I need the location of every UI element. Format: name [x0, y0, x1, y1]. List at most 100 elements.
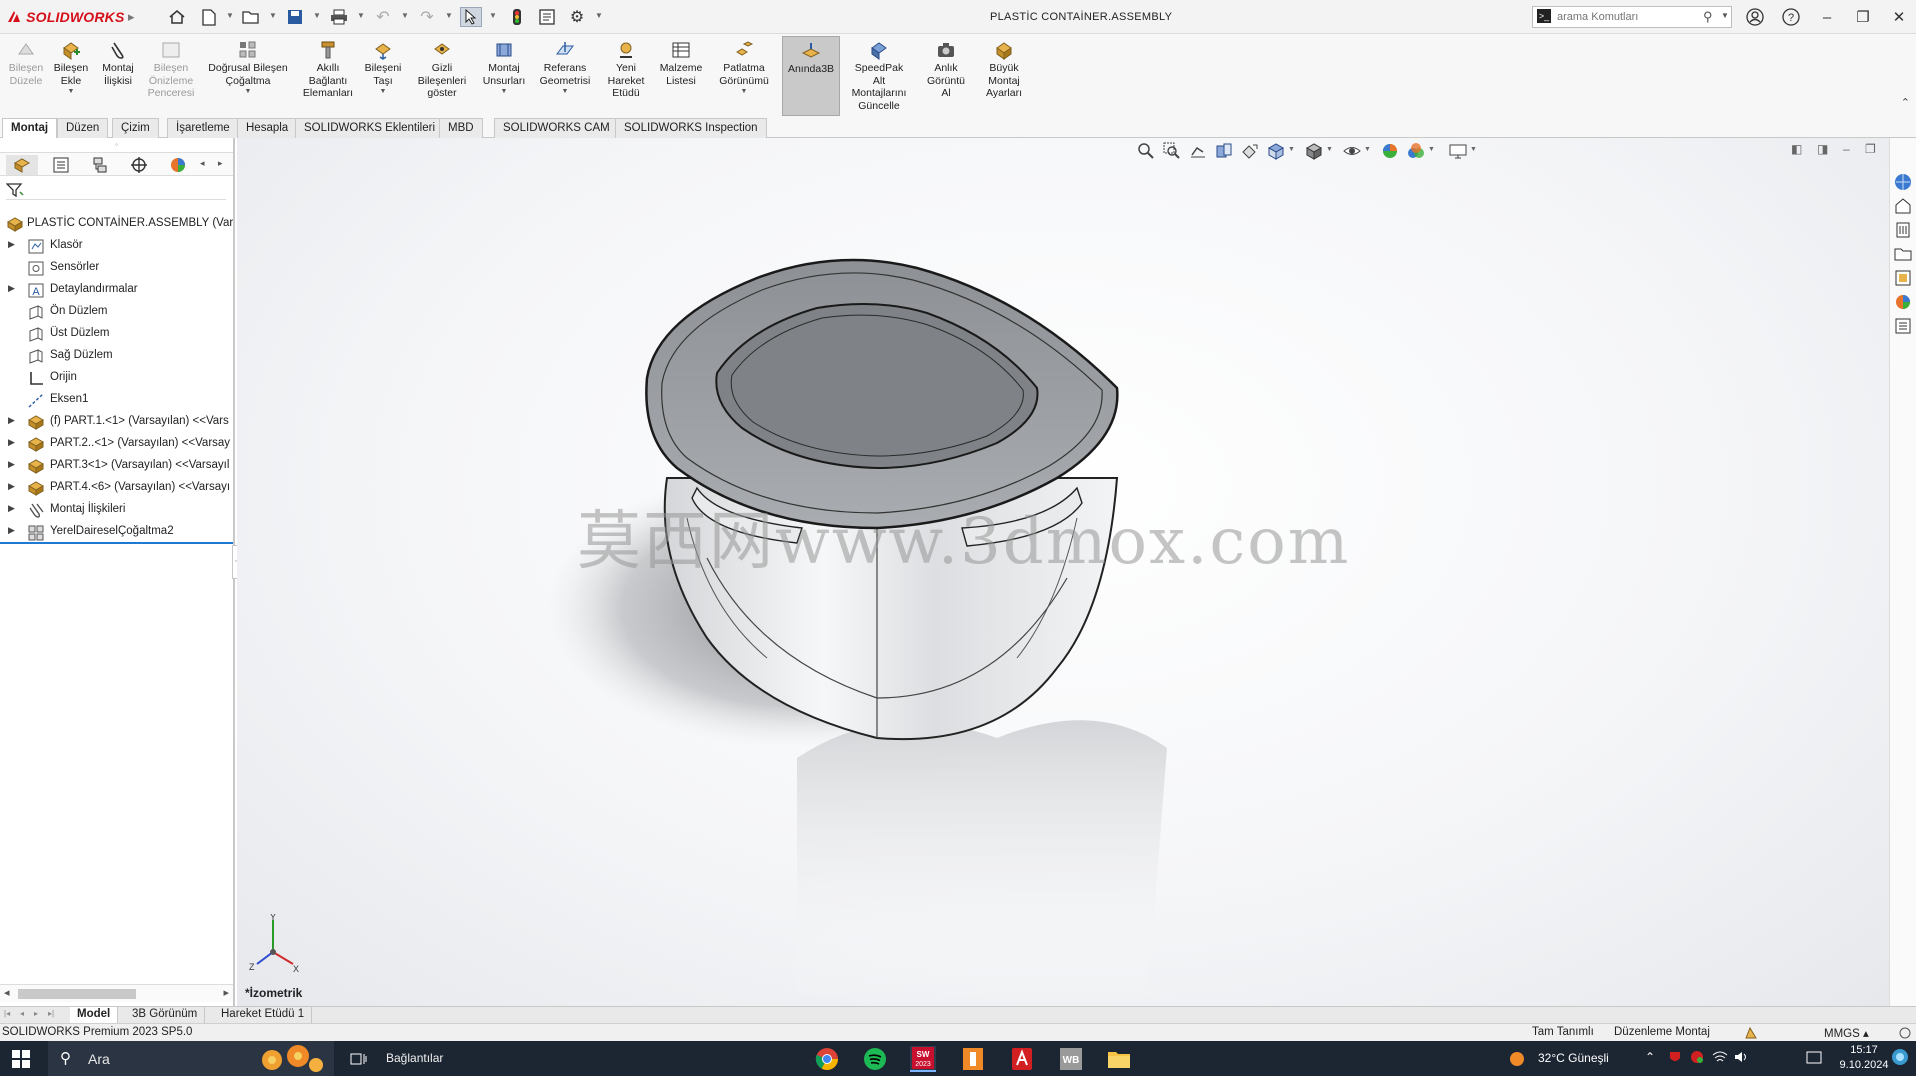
dimxpert-manager-icon[interactable]: [123, 155, 155, 175]
featuremanager-tree-icon[interactable]: [6, 155, 38, 175]
tab-next-icon[interactable]: ▸: [34, 1009, 38, 1018]
tree-item-sensorler[interactable]: Sensörler: [0, 258, 233, 280]
expand-arrow-icon[interactable]: ▶: [8, 525, 15, 536]
tree-item-part2[interactable]: ▶ PART.2..<1> (Varsayılan) <<Varsay: [0, 434, 233, 456]
manager-tabs-right-arrow-icon[interactable]: ▸: [218, 158, 223, 169]
open-folder-icon[interactable]: [240, 7, 262, 27]
close-icon[interactable]: ✕: [1886, 5, 1912, 29]
print-dropdown-icon[interactable]: ▼: [357, 11, 365, 21]
edit-component-button[interactable]: Bileşen Düzele: [4, 40, 48, 116]
design-library-icon[interactable]: [1893, 196, 1913, 216]
scroll-left-icon[interactable]: ◂: [4, 986, 10, 999]
take-snapshot-button[interactable]: Anlık Görüntü Al: [918, 40, 974, 116]
tree-item-part1[interactable]: ▶ (f) PART.1.<1> (Varsayılan) <<Vars: [0, 412, 233, 434]
task-view-icon[interactable]: [346, 1046, 372, 1072]
new-motion-study-button[interactable]: Yeni Hareket Etüdü: [602, 40, 650, 116]
panel-splitter[interactable]: ◦: [0, 140, 233, 150]
tree-item-part3[interactable]: ▶ PART.3<1> (Varsayılan) <<Varsayıl: [0, 456, 233, 478]
options-dropdown-icon[interactable]: ▼: [595, 11, 603, 21]
tree-item-mates[interactable]: ▶ Montaj İlişkileri: [0, 500, 233, 522]
tab-model[interactable]: Model: [70, 1007, 119, 1023]
expand-arrow-icon[interactable]: ▶: [8, 415, 15, 426]
minimize-icon[interactable]: –: [1814, 5, 1840, 29]
linear-component-pattern-button[interactable]: Doğrusal Bileşen Çoğaltma ▼: [202, 40, 294, 116]
solidworks-logo[interactable]: SOLIDWORKS: [6, 9, 125, 25]
reference-geometry-button[interactable]: Referans Geometrisi ▼: [534, 40, 596, 116]
expand-arrow-icon[interactable]: ▶: [8, 283, 15, 294]
file-explorer-icon[interactable]: [1106, 1046, 1132, 1072]
undo-dropdown-icon[interactable]: ▼: [401, 11, 409, 21]
search-dropdown-icon[interactable]: ▼: [1721, 11, 1729, 20]
redo-dropdown-icon[interactable]: ▼: [445, 11, 453, 21]
save-icon[interactable]: [284, 7, 306, 27]
volume-icon[interactable]: [1734, 1050, 1750, 1067]
spotify-icon[interactable]: [862, 1046, 888, 1072]
solidworks-2023-icon[interactable]: SW 2023: [910, 1046, 936, 1072]
wifi-icon[interactable]: [1712, 1050, 1728, 1067]
tab-solidworks-eklentileri[interactable]: SOLIDWORKS Eklentileri: [295, 118, 445, 138]
redo-icon[interactable]: ↷: [416, 7, 438, 27]
tree-item-orijin[interactable]: Orijin: [0, 368, 233, 390]
notification-center-icon[interactable]: [1806, 1050, 1822, 1069]
keyshot-icon[interactable]: [960, 1046, 986, 1072]
antivirus-tray-icon[interactable]: [1668, 1050, 1682, 1067]
search-commands-box[interactable]: >_ ⚲ ▼: [1532, 6, 1732, 28]
weather-sun-icon[interactable]: [1508, 1050, 1526, 1071]
tab-3d-view[interactable]: 3B Görünüm: [125, 1007, 206, 1023]
tree-item-eksen1[interactable]: Eksen1: [0, 390, 233, 412]
display-manager-icon[interactable]: [162, 155, 194, 175]
tray-overflow-icon[interactable]: ⌃: [1645, 1050, 1655, 1064]
new-document-dropdown-icon[interactable]: ▼: [226, 11, 234, 21]
tab-solidworks-cam[interactable]: SOLIDWORKS CAM: [494, 118, 619, 138]
save-dropdown-icon[interactable]: ▼: [313, 11, 321, 21]
tree-item-part4[interactable]: ▶ PART.4.<6> (Varsayılan) <<Varsayı: [0, 478, 233, 500]
reference-geometry-dropdown-icon[interactable]: ▼: [562, 88, 569, 95]
insert-component-button[interactable]: Bileşen Ekle ▼: [50, 40, 92, 116]
solidworks-forum-icon[interactable]: [1893, 316, 1913, 336]
update-speedpak-button[interactable]: SpeedPak Alt Montajlarını Güncelle: [846, 40, 912, 116]
select-dropdown-icon[interactable]: ▼: [489, 11, 497, 21]
search-input[interactable]: [1557, 9, 1697, 25]
traffic-light-icon[interactable]: [506, 7, 528, 27]
configuration-manager-icon[interactable]: [84, 155, 116, 175]
tab-solidworks-inspection[interactable]: SOLIDWORKS Inspection: [615, 118, 767, 138]
acrobat-icon[interactable]: [1009, 1046, 1035, 1072]
scrollbar-thumb[interactable]: [18, 989, 136, 999]
solidworks-resources-icon[interactable]: [1893, 172, 1913, 192]
tab-motion-study[interactable]: Hareket Etüdü 1: [214, 1007, 313, 1023]
home-icon[interactable]: [166, 7, 188, 27]
large-assembly-settings-button[interactable]: Büyük Montaj Ayarları: [978, 40, 1030, 116]
assembly-features-dropdown-icon[interactable]: ▼: [501, 88, 508, 95]
file-explorer-pane-icon[interactable]: [1893, 220, 1913, 240]
app-tray-icon[interactable]: [1690, 1050, 1704, 1067]
open-dropdown-icon[interactable]: ▼: [269, 11, 277, 21]
graphics-area[interactable]: ▼ ▼ ▼ ▼ ▼ ◧ ◨ – ❐ ✕: [237, 138, 1889, 1006]
property-manager-icon[interactable]: [45, 155, 77, 175]
tab-mbd[interactable]: MBD: [439, 118, 483, 138]
help-icon[interactable]: ?: [1778, 5, 1804, 29]
tab-hesapla[interactable]: Hesapla: [237, 118, 298, 138]
tab-prev-icon[interactable]: ◂: [20, 1009, 24, 1018]
tree-horizontal-scrollbar[interactable]: ◂ ▸: [0, 984, 233, 1002]
tree-filter[interactable]: [5, 182, 226, 200]
new-document-icon[interactable]: [198, 7, 220, 27]
print-icon[interactable]: [328, 7, 350, 27]
unit-system-selector[interactable]: MMGS ▴: [1824, 1026, 1869, 1040]
show-hidden-components-button[interactable]: Gizli Bileşenleri göster: [412, 40, 472, 116]
file-properties-icon[interactable]: [536, 7, 558, 27]
undo-icon[interactable]: ↶: [372, 7, 394, 27]
move-component-dropdown-icon[interactable]: ▼: [380, 88, 387, 95]
windows-start-icon[interactable]: [12, 1050, 30, 1068]
custom-properties-icon[interactable]: [1893, 292, 1913, 312]
weather-text[interactable]: 32°C Güneşli: [1538, 1051, 1609, 1065]
filter-icon[interactable]: [5, 182, 24, 198]
smart-fasteners-button[interactable]: Akıllı Bağlantı Elemanları: [300, 40, 356, 116]
tab-first-icon[interactable]: |◂: [4, 1009, 10, 1018]
tab-duzen[interactable]: Düzen: [57, 118, 109, 138]
expand-arrow-icon[interactable]: ▶: [8, 437, 15, 448]
linear-pattern-dropdown-icon[interactable]: ▼: [245, 88, 252, 95]
bill-of-materials-button[interactable]: Malzeme Listesi: [656, 40, 706, 116]
expand-arrow-icon[interactable]: ▶: [8, 239, 15, 250]
tree-item-on-duzlem[interactable]: Ön Düzlem: [0, 302, 233, 324]
search-icon[interactable]: ⚲: [1703, 9, 1713, 25]
